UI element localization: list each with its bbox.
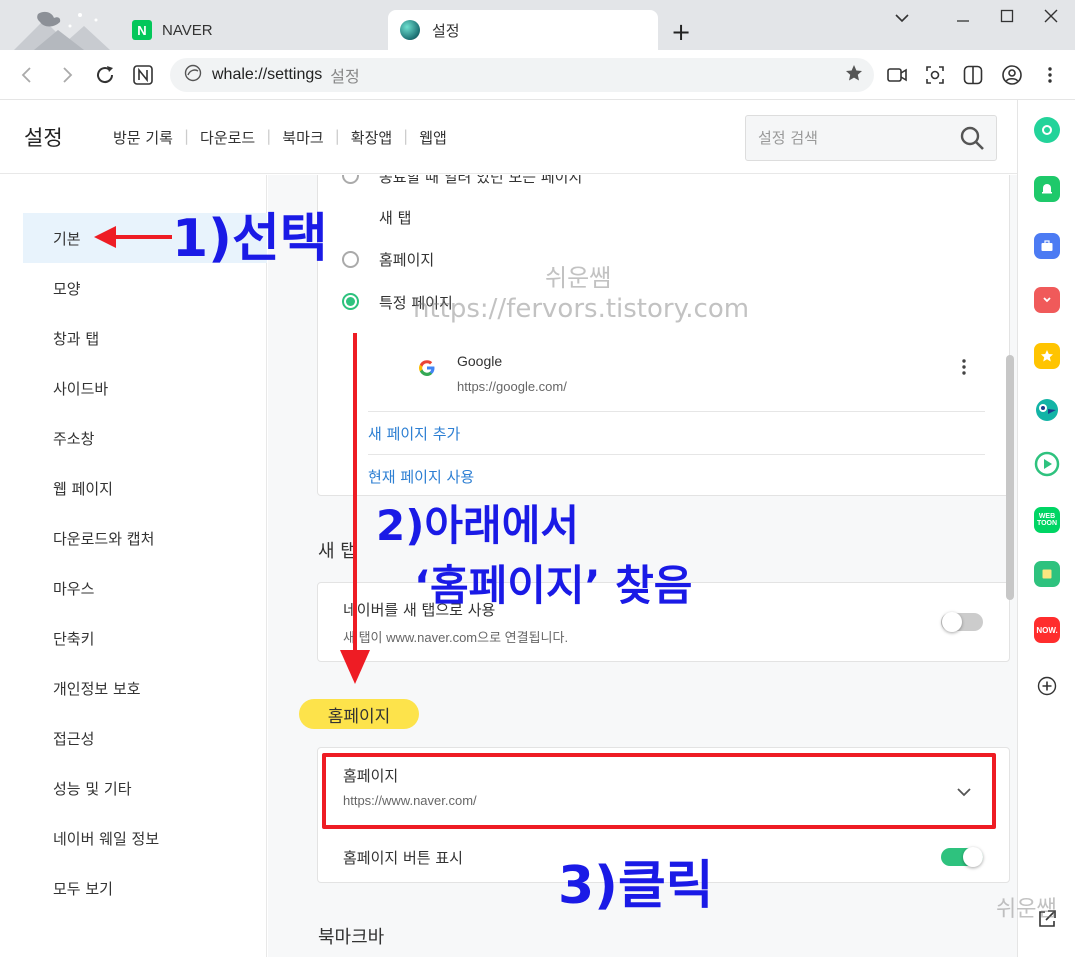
startup-site-name: Google — [457, 353, 503, 369]
tab-label: 설정 — [432, 22, 460, 40]
whale-site-icon — [184, 64, 202, 86]
sidebar-item-accessibility[interactable]: 접근성 — [23, 713, 267, 763]
tab-list-dropdown-icon[interactable] — [887, 6, 917, 30]
option-new-tab: 새 탭 — [379, 209, 412, 227]
video-icon[interactable] — [884, 62, 910, 88]
settings-sidebar: 기본 모양 창과 탭 사이드바 주소창 웹 페이지 다운로드와 캡처 마우스 단… — [0, 175, 267, 957]
section-title-new-tab: 새 탭 — [318, 541, 357, 562]
nav-bookmarks[interactable]: 북마크 — [271, 127, 334, 148]
split-view-icon[interactable] — [960, 62, 986, 88]
scrollbar-thumb[interactable] — [1006, 355, 1014, 600]
close-window-button[interactable] — [1036, 6, 1066, 30]
sidebar-item-download-capture[interactable]: 다운로드와 캡처 — [23, 513, 267, 563]
new-tab-button[interactable]: + — [668, 18, 694, 46]
tab-strip: N NAVER 설정 + — [0, 0, 1075, 50]
radio-homepage[interactable] — [342, 251, 359, 268]
naver-n-icon: N — [132, 20, 152, 40]
address-url: whale://settings — [212, 66, 323, 83]
address-page-title: 설정 — [330, 67, 360, 86]
tab-label: NAVER — [162, 21, 213, 39]
pocket-icon[interactable] — [1034, 287, 1060, 313]
watermark-corner: 쉬운쌤 — [996, 897, 1057, 922]
site-more-icon[interactable] — [958, 357, 970, 377]
sidebar-item-view-all[interactable]: 모두 보기 — [23, 863, 267, 913]
address-bar[interactable]: whale://settings 설정 — [170, 58, 874, 92]
profile-icon[interactable] — [999, 62, 1025, 88]
whale-sidebar: WEB TOON NOW. — [1017, 100, 1075, 957]
annotation-step3: 3)클릭 — [558, 856, 714, 916]
memo-icon[interactable] — [1034, 561, 1060, 587]
tab-naver[interactable]: N NAVER — [124, 10, 386, 50]
section-title-bookmark-bar: 북마크바 — [318, 927, 385, 948]
whale-settings-icon — [400, 20, 420, 40]
webtoon-icon[interactable]: WEB TOON — [1034, 507, 1060, 533]
play-icon[interactable] — [1034, 451, 1060, 477]
favorites-star-icon[interactable] — [1034, 343, 1060, 369]
browser-toolbar: whale://settings 설정 — [0, 50, 1075, 100]
google-logo-icon — [418, 359, 436, 377]
alarm-icon[interactable] — [1034, 176, 1060, 202]
forward-icon[interactable] — [54, 62, 80, 88]
use-current-page-link[interactable]: 현재 페이지 사용 — [368, 466, 474, 487]
naver-new-tab-toggle[interactable] — [941, 612, 983, 632]
homepage-button-label: 홈페이지 버튼 표시 — [343, 849, 463, 867]
maximize-button[interactable] — [992, 6, 1022, 30]
sidebar-item-performance[interactable]: 성능 및 기타 — [23, 763, 267, 813]
papago-icon[interactable] — [1034, 397, 1060, 423]
radio-restore-pages[interactable] — [342, 175, 359, 184]
more-horizontal-icon[interactable] — [1036, 948, 1058, 956]
option-homepage: 홈페이지 — [379, 251, 435, 269]
page-title: 설정 — [24, 126, 63, 150]
startup-site-url: https://google.com/ — [457, 379, 567, 394]
nav-extensions[interactable]: 확장앱 — [340, 127, 403, 148]
startup-card: 종료할 때 열려 있던 모든 페이지 새 탭 홈페이지 특정 페이지 Googl… — [317, 175, 1010, 496]
nav-webapps[interactable]: 웹앱 — [408, 127, 458, 148]
new-tab-option-desc: 새 탭이 www.naver.com으로 연결됩니다. — [343, 630, 569, 645]
divider — [368, 411, 985, 412]
add-icon[interactable] — [1034, 673, 1060, 699]
option-restore-pages: 종료할 때 열려 있던 모든 페이지 — [379, 175, 583, 186]
toolbox-icon[interactable] — [1034, 233, 1060, 259]
watermark-name: 쉬운쌤 — [545, 264, 612, 292]
back-icon[interactable] — [14, 62, 40, 88]
whale-space-icon[interactable] — [1034, 117, 1060, 143]
annotation-step1: 1)선택 — [172, 209, 328, 269]
add-new-page-link[interactable]: 새 페이지 추가 — [368, 423, 460, 444]
naver-home-icon[interactable] — [130, 62, 156, 88]
divider — [368, 454, 985, 455]
nav-history[interactable]: 방문 기록 — [102, 127, 184, 148]
sidebar-item-shortcuts[interactable]: 단축키 — [23, 613, 267, 663]
sidebar-item-privacy[interactable]: 개인정보 보호 — [23, 663, 267, 713]
section-title-homepage: 홈페이지 — [299, 699, 419, 729]
reload-icon[interactable] — [92, 62, 118, 88]
capture-icon[interactable] — [922, 62, 948, 88]
search-icon[interactable] — [958, 124, 986, 152]
annotation-step2-line2: ‘홈페이지’ 찾음 — [414, 561, 693, 610]
menu-icon[interactable] — [1037, 62, 1063, 88]
sidebar-item-web-page[interactable]: 웹 페이지 — [23, 463, 267, 513]
homepage-button-toggle[interactable] — [941, 847, 983, 867]
sidebar-item-sidebar[interactable]: 사이드바 — [23, 363, 267, 413]
settings-nav-links: 방문 기록 | 다운로드 | 북마크 | 확장앱 | 웹앱 — [102, 127, 458, 148]
settings-search-box[interactable] — [745, 115, 997, 161]
settings-header: 설정 방문 기록 | 다운로드 | 북마크 | 확장앱 | 웹앱 — [0, 100, 1017, 174]
sidebar-item-windows-tabs[interactable]: 창과 탭 — [23, 313, 267, 363]
now-icon[interactable]: NOW. — [1034, 617, 1060, 643]
sidebar-item-mouse[interactable]: 마우스 — [23, 563, 267, 613]
nav-downloads[interactable]: 다운로드 — [189, 127, 266, 148]
bookmark-star-icon[interactable] — [844, 63, 864, 88]
radio-specific-page[interactable] — [342, 293, 359, 310]
tab-settings[interactable]: 설정 — [388, 10, 658, 50]
minimize-button[interactable] — [948, 6, 978, 30]
whale-logo-icon — [14, 6, 124, 50]
settings-search-input[interactable] — [758, 126, 948, 150]
sidebar-item-about[interactable]: 네이버 웨일 정보 — [23, 813, 267, 863]
annotation-step2-line1: 2)아래에서 — [376, 501, 579, 550]
sidebar-item-address-bar[interactable]: 주소창 — [23, 413, 267, 463]
watermark-url: https://fervors.tistory.com — [413, 294, 750, 324]
highlight-box-homepage-dropdown — [322, 753, 996, 829]
